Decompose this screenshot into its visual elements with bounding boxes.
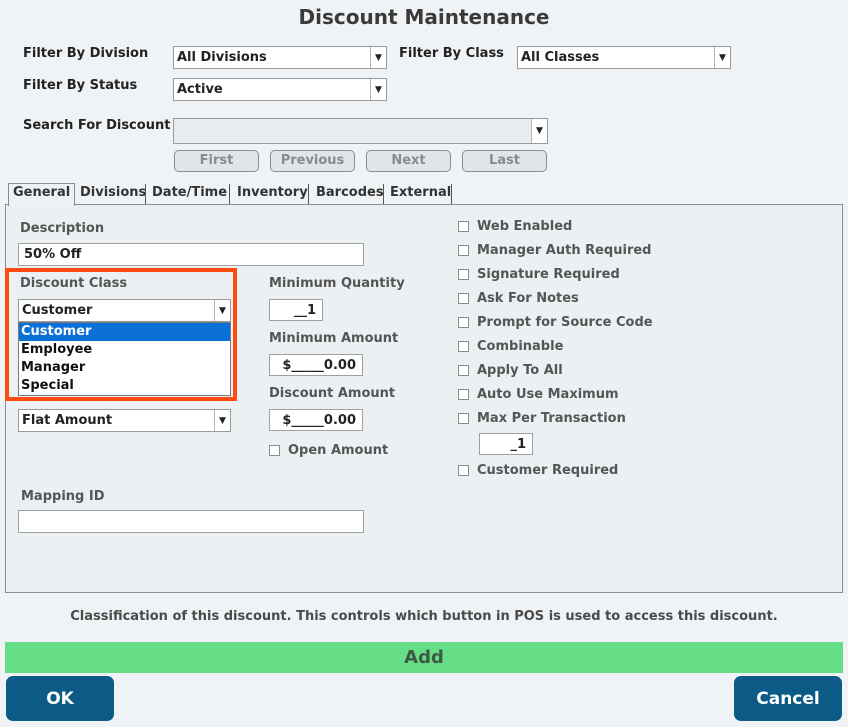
tab-separator [229, 184, 230, 204]
mapping-id-label: Mapping ID [21, 489, 105, 504]
window-title: Discount Maintenance [298, 5, 550, 29]
tab-separator [451, 184, 452, 204]
option-label: Prompt for Source Code [477, 315, 653, 330]
discount-class-dropdown-list: Customer Employee Manager Special [18, 322, 231, 396]
discount-type-value: Flat Amount [22, 413, 113, 428]
apply-to-all-checkbox[interactable] [458, 365, 469, 376]
discount-amount-label: Discount Amount [269, 386, 396, 401]
last-button[interactable]: Last [462, 150, 547, 172]
previous-button[interactable]: Previous [270, 150, 355, 172]
filter-status-label: Filter By Status [23, 78, 138, 93]
chevron-down-icon[interactable]: ▼ [214, 300, 230, 321]
filter-status-select[interactable]: Active ▼ [173, 78, 387, 101]
chevron-down-icon[interactable]: ▼ [214, 410, 230, 431]
description-label: Description [20, 221, 105, 236]
option-manager-auth-required[interactable]: Manager Auth Required [458, 243, 678, 261]
option-web-enabled[interactable]: Web Enabled [458, 219, 678, 237]
tab-external[interactable]: External [390, 183, 451, 205]
option-auto-use-maximum[interactable]: Auto Use Maximum [458, 387, 678, 405]
option-signature-required[interactable]: Signature Required [458, 267, 678, 285]
chevron-down-icon[interactable]: ▼ [531, 119, 547, 143]
option-label: Ask For Notes [477, 291, 579, 306]
discount-class-select[interactable]: Customer ▼ [18, 299, 231, 322]
max-per-transaction-checkbox[interactable] [458, 413, 469, 424]
option-label: Auto Use Maximum [477, 387, 619, 402]
option-label: Apply To All [477, 363, 563, 378]
add-button[interactable]: Add [5, 642, 843, 673]
discount-type-select[interactable]: Flat Amount ▼ [18, 409, 231, 432]
mapping-id-input[interactable] [18, 510, 364, 533]
min-amount-label: Minimum Amount [269, 331, 399, 346]
min-amount-input[interactable]: $_____0.00 [269, 354, 363, 376]
option-prompt-source-code[interactable]: Prompt for Source Code [458, 315, 678, 333]
option-label: Customer Required [477, 463, 619, 478]
search-discount-select[interactable]: ▼ [173, 118, 548, 144]
dropdown-option-manager[interactable]: Manager [19, 359, 230, 377]
tab-separator [145, 184, 146, 204]
open-amount-label: Open Amount [288, 443, 389, 458]
prompt-source-code-checkbox[interactable] [458, 317, 469, 328]
option-label: Max Per Transaction [477, 411, 626, 426]
filter-division-select[interactable]: All Divisions ▼ [173, 46, 387, 69]
discount-class-label: Discount Class [20, 276, 128, 291]
tab-divisions[interactable]: Divisions [80, 183, 146, 205]
status-help-text: Classification of this discount. This co… [70, 609, 778, 624]
chevron-down-icon[interactable]: ▼ [714, 47, 730, 68]
option-combinable[interactable]: Combinable [458, 339, 678, 357]
min-quantity-label: Minimum Quantity [269, 276, 405, 291]
option-apply-to-all[interactable]: Apply To All [458, 363, 678, 381]
auto-use-maximum-checkbox[interactable] [458, 389, 469, 400]
tab-separator [383, 184, 384, 204]
tab-barcodes[interactable]: Barcodes [316, 183, 384, 205]
option-customer-required[interactable]: Customer Required [458, 463, 678, 481]
option-label: Manager Auth Required [477, 243, 652, 258]
filter-status-value: Active [177, 82, 223, 97]
signature-required-checkbox[interactable] [458, 269, 469, 280]
dropdown-option-special[interactable]: Special [19, 377, 230, 395]
cancel-button[interactable]: Cancel [734, 676, 842, 721]
dropdown-option-customer[interactable]: Customer [19, 323, 230, 341]
web-enabled-checkbox[interactable] [458, 221, 469, 232]
filter-division-label: Filter By Division [23, 46, 149, 61]
tab-date-time[interactable]: Date/Time [152, 183, 227, 205]
option-label: Combinable [477, 339, 564, 354]
customer-required-checkbox[interactable] [458, 465, 469, 476]
option-max-per-transaction[interactable]: Max Per Transaction [458, 411, 678, 429]
open-amount-option[interactable]: Open Amount [269, 443, 419, 461]
manager-auth-checkbox[interactable] [458, 245, 469, 256]
min-quantity-input[interactable]: __1 [269, 299, 323, 321]
tab-inventory[interactable]: Inventory [237, 183, 308, 205]
first-button[interactable]: First [174, 150, 259, 172]
chevron-down-icon[interactable]: ▼ [370, 79, 386, 100]
ok-button[interactable]: OK [6, 676, 114, 721]
option-label: Signature Required [477, 267, 620, 282]
option-ask-for-notes[interactable]: Ask For Notes [458, 291, 678, 309]
max-per-transaction-input[interactable]: _1 [479, 433, 533, 455]
next-button[interactable]: Next [366, 150, 451, 172]
option-label: Web Enabled [477, 219, 573, 234]
tab-separator [308, 184, 309, 204]
combinable-checkbox[interactable] [458, 341, 469, 352]
chevron-down-icon[interactable]: ▼ [370, 47, 386, 68]
description-input[interactable]: 50% Off [18, 243, 364, 266]
dropdown-option-employee[interactable]: Employee [19, 341, 230, 359]
discount-amount-input[interactable]: $_____0.00 [269, 409, 363, 431]
filter-class-select[interactable]: All Classes ▼ [517, 46, 731, 69]
open-amount-checkbox[interactable] [269, 445, 280, 456]
filter-division-value: All Divisions [177, 50, 267, 65]
tab-general[interactable]: General [8, 183, 76, 206]
filter-class-value: All Classes [521, 50, 600, 65]
search-discount-label: Search For Discount [23, 118, 171, 133]
ask-for-notes-checkbox[interactable] [458, 293, 469, 304]
filter-class-label: Filter By Class [399, 46, 504, 61]
discount-class-value: Customer [22, 303, 93, 318]
